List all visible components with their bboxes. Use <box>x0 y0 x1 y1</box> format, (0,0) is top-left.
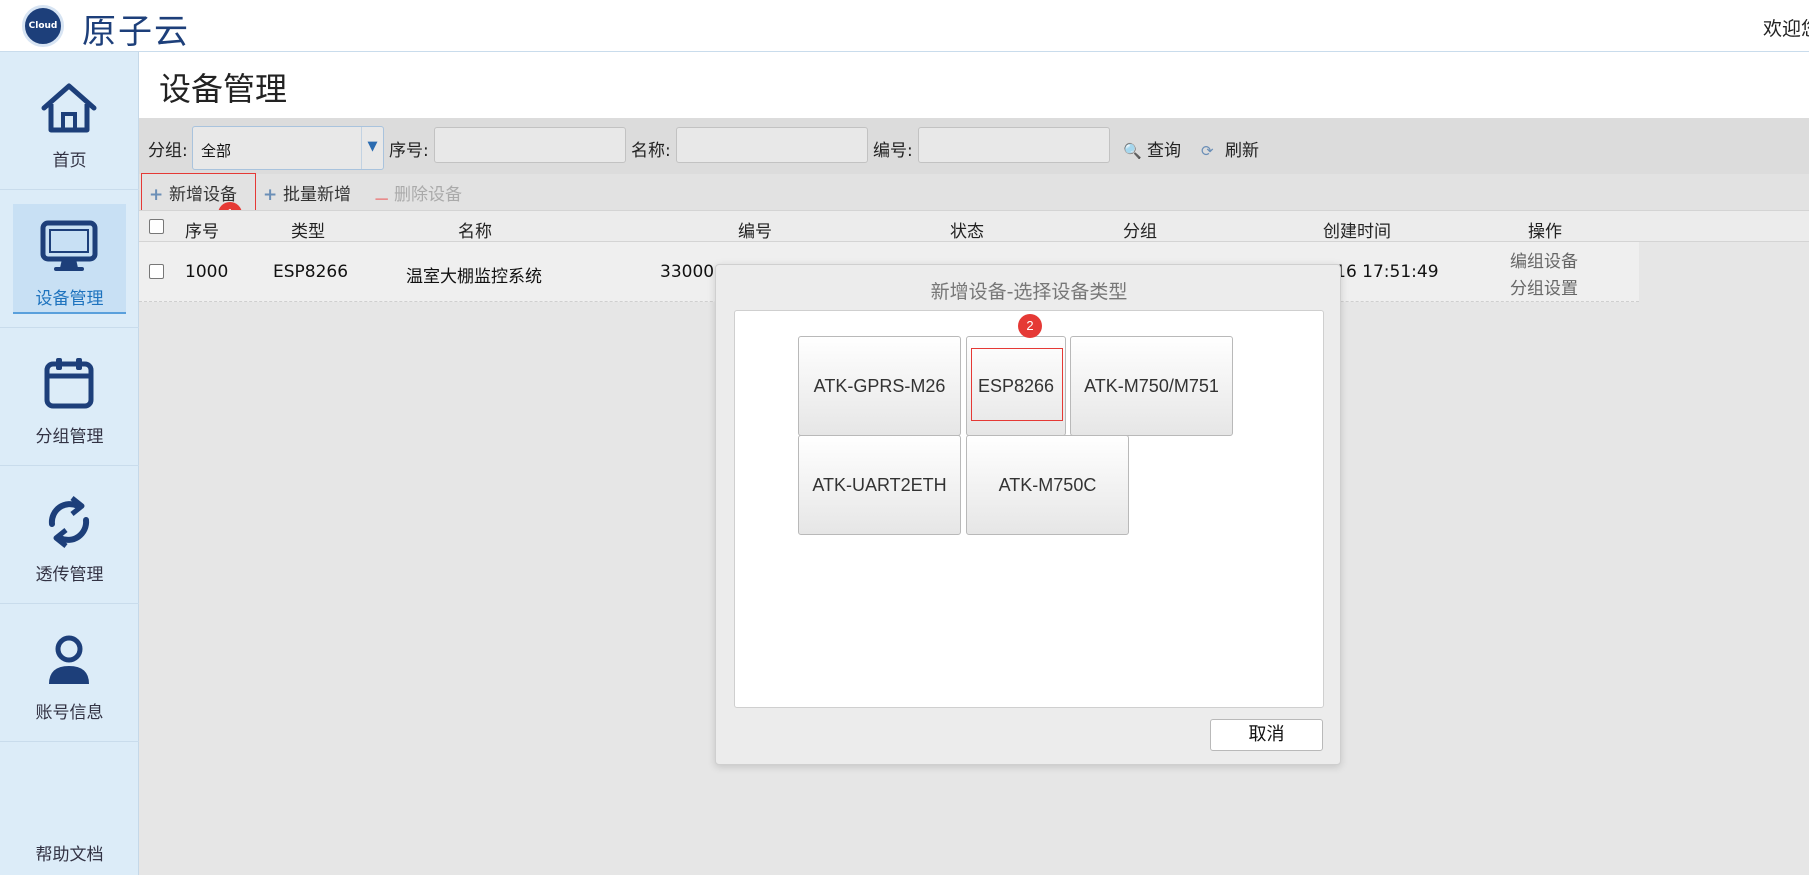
sidebar-item-devices[interactable]: 设备管理 <box>0 190 139 328</box>
help-docs-link[interactable]: 帮助文档 <box>0 840 139 865</box>
action-bar: +新增设备 +批量新增 ⚊删除设备 1 <box>139 173 1809 226</box>
query-button[interactable]: 🔍 查询 <box>1123 136 1181 161</box>
group-select[interactable]: 全部 ▼ <box>192 126 384 170</box>
brand-name: 原子云 <box>82 12 190 52</box>
step-badge-2: 2 <box>1018 314 1042 338</box>
calendar-icon <box>44 358 94 409</box>
column-header: 分组 <box>1123 222 1157 242</box>
cancel-button[interactable]: 取消 <box>1210 719 1323 751</box>
home-icon <box>41 83 97 133</box>
column-header: 编号 <box>738 222 772 242</box>
cloud-logo: Cloud <box>22 5 64 47</box>
batch-add-label: 批量新增 <box>283 185 351 205</box>
row-name: 温室大棚监控系统 <box>406 267 542 287</box>
sidebar-item-label: 设备管理 <box>35 289 104 309</box>
filter-bar: 分组: 全部 ▼ 序号: 名称: 编号: 🔍 查询 ⟳ 刷新 <box>139 118 1809 174</box>
group-label: 分组: <box>148 141 188 161</box>
minus-circle-icon: ⚊ <box>374 185 390 205</box>
row-created: -16 17:51:49 <box>1329 262 1439 282</box>
serial-input[interactable] <box>434 127 626 163</box>
delete-device-label: 删除设备 <box>394 185 462 205</box>
dialog-title: 新增设备-选择设备类型 <box>930 281 1128 303</box>
user-icon <box>49 635 89 684</box>
device-type-gprs-m26[interactable]: ATK-GPRS-M26 <box>798 336 961 436</box>
sidebar-item-passthrough[interactable]: 透传管理 <box>0 466 139 604</box>
top-header: Cloud 原子云 欢迎您 <box>0 0 1809 52</box>
selection-highlight <box>971 348 1063 421</box>
plus-icon: + <box>263 185 278 205</box>
row-checkbox[interactable] <box>149 264 164 279</box>
table-header: 序号 类型 名称 编号 状态 分组 创建时间 操作 <box>139 210 1809 242</box>
welcome-text: 欢迎您 <box>1763 18 1809 40</box>
page-title: 设备管理 <box>159 70 288 108</box>
serial-label: 序号: <box>389 141 429 161</box>
sidebar: 首页 设备管理 分组管理 透传管理 账号信息 帮助文档 <box>0 52 139 875</box>
sidebar-item-label: 账号信息 <box>35 703 104 723</box>
plus-icon: + <box>149 185 164 205</box>
code-label: 编号: <box>873 141 913 161</box>
column-header: 序号 <box>185 222 219 242</box>
dialog-body: ATK-GPRS-M26 ESP8266 ATK-M750/M751 ATK-U… <box>734 310 1324 708</box>
device-type-uart2eth[interactable]: ATK-UART2ETH <box>798 435 961 535</box>
sidebar-item-label: 分组管理 <box>35 427 104 447</box>
device-type-m750-m751[interactable]: ATK-M750/M751 <box>1070 336 1233 436</box>
refresh-icon: ⟳ <box>1201 142 1214 160</box>
group-settings-link[interactable]: 分组设置 <box>1510 274 1578 299</box>
row-serial: 1000 <box>185 262 229 282</box>
code-input[interactable] <box>918 127 1110 163</box>
column-header: 类型 <box>291 222 325 242</box>
sidebar-item-groups[interactable]: 分组管理 <box>0 328 139 466</box>
page-title-bar: 设备管理 <box>139 52 1809 118</box>
query-label: 查询 <box>1147 141 1181 161</box>
sidebar-item-home[interactable]: 首页 <box>0 52 139 190</box>
sync-icon <box>48 496 90 548</box>
column-header: 创建时间 <box>1323 222 1391 242</box>
device-type-esp8266[interactable]: ESP8266 <box>966 336 1066 436</box>
refresh-label: 刷新 <box>1225 141 1259 161</box>
group-select-value: 全部 <box>201 142 232 160</box>
select-all-checkbox[interactable] <box>149 219 164 234</box>
monitor-icon <box>40 220 98 271</box>
search-icon: 🔍 <box>1123 142 1142 160</box>
sidebar-item-label: 首页 <box>52 151 87 171</box>
sidebar-item-label: 透传管理 <box>35 565 104 585</box>
refresh-button[interactable]: ⟳ 刷新 <box>1201 136 1259 161</box>
column-header: 状态 <box>950 222 984 242</box>
name-input[interactable] <box>676 127 868 163</box>
edit-device-link[interactable]: 编组设备 <box>1510 247 1578 272</box>
device-type-m750c[interactable]: ATK-M750C <box>966 435 1129 535</box>
column-header: 操作 <box>1528 222 1562 242</box>
column-header: 名称 <box>458 222 492 242</box>
sidebar-item-account[interactable]: 账号信息 <box>0 604 139 742</box>
row-type: ESP8266 <box>273 262 349 282</box>
select-device-type-dialog: 新增设备-选择设备类型 ATK-GPRS-M26 ESP8266 ATK-M75… <box>715 264 1341 765</box>
name-label: 名称: <box>631 141 671 161</box>
chevron-down-icon[interactable]: ▼ <box>361 127 383 169</box>
